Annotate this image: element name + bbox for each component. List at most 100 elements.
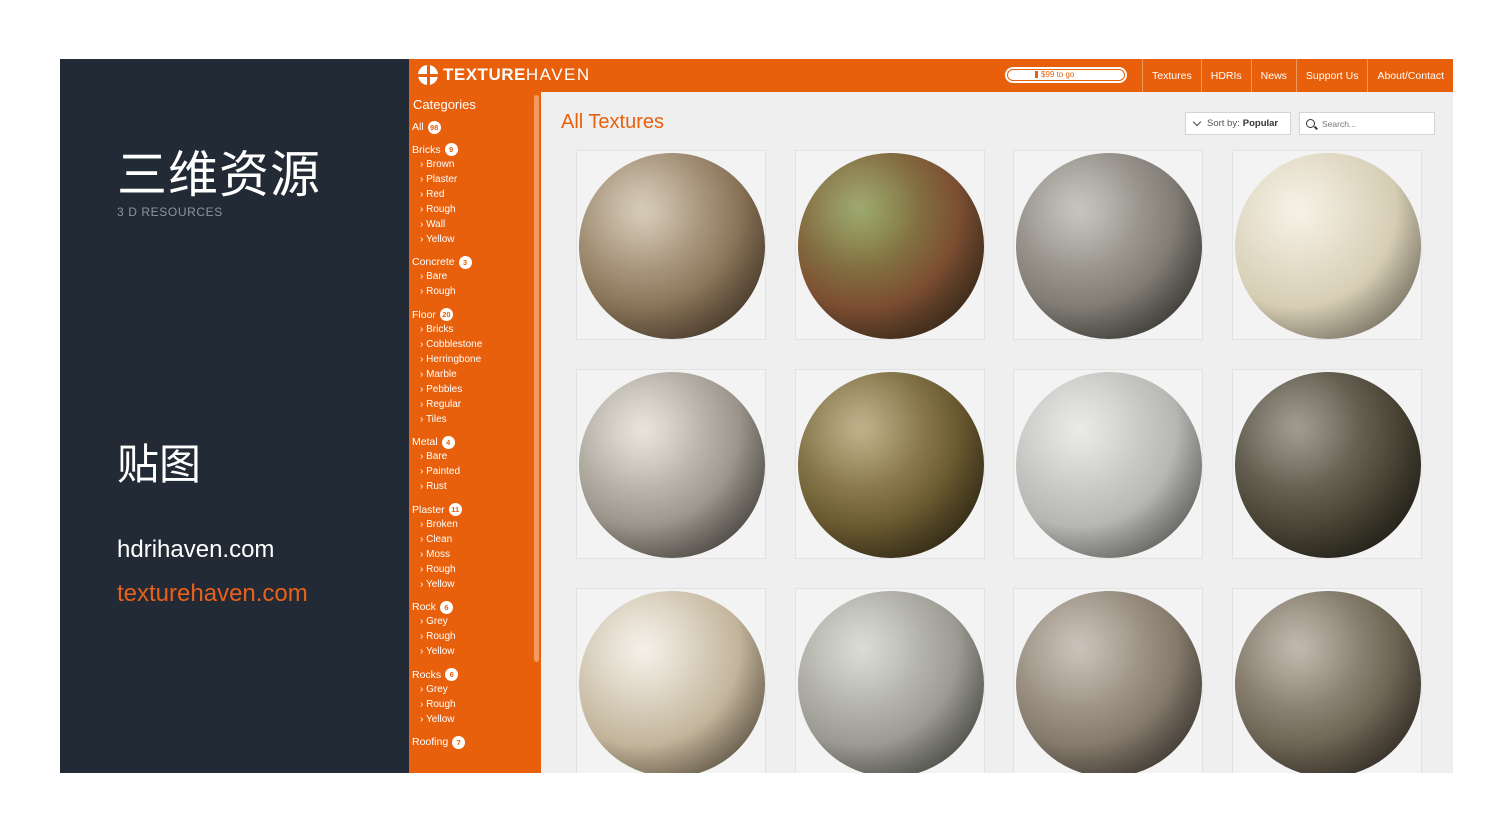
subcategory-pebbles[interactable]: Pebbles	[412, 382, 530, 397]
site-logo[interactable]: TEXTUREHAVEN	[418, 65, 591, 85]
plaster-grey-sphere	[1016, 372, 1202, 558]
subcategory-grey[interactable]: Grey	[412, 614, 530, 629]
patreon-icon	[1035, 71, 1038, 78]
nav-item-textures[interactable]: Textures	[1142, 59, 1201, 92]
texture-card[interactable]	[1231, 369, 1422, 559]
category-label: All	[412, 121, 424, 133]
count-badge: 20	[439, 308, 453, 321]
texture-card[interactable]	[1013, 369, 1203, 559]
texture-card[interactable]	[1231, 150, 1422, 340]
stone-rubble-sphere	[579, 153, 765, 339]
hdrihaven-link[interactable]: hdrihaven.com	[117, 536, 274, 564]
website-frame: TEXTUREHAVEN $99 to go Textures HDRIs News…	[409, 59, 1453, 773]
bark-mossy-sphere	[1234, 372, 1421, 558]
subcategory-painted[interactable]: Painted	[412, 464, 530, 479]
category-rock[interactable]: Rock 6	[412, 600, 530, 614]
search-box[interactable]	[1299, 112, 1435, 135]
category-label: Rocks	[412, 668, 442, 681]
texture-card[interactable]	[576, 588, 766, 773]
category-concrete[interactable]: Concrete 3	[412, 255, 530, 269]
subcategory-wall[interactable]: Wall	[412, 217, 530, 232]
texture-card[interactable]	[576, 150, 766, 340]
category-label: Floor	[412, 308, 436, 321]
texture-card[interactable]	[576, 369, 766, 559]
category-group: Bricks9BrownPlasterRedRoughWallYellow	[412, 143, 530, 247]
limestone-brick-sphere	[579, 372, 765, 558]
category-group: Plaster11BrokenCleanMossRoughYellow	[412, 503, 530, 592]
subcategory-herringbone[interactable]: Herringbone	[412, 352, 530, 367]
moss-ground-sphere	[797, 153, 984, 339]
subcategory-moss[interactable]: Moss	[412, 547, 530, 562]
bark-olive-sphere	[797, 372, 984, 558]
page-title: All Textures	[561, 111, 665, 133]
category-list: All98Bricks9BrownPlasterRedRoughWallYell…	[412, 120, 530, 758]
subcategory-yellow[interactable]: Yellow	[412, 232, 530, 247]
subcategory-bare[interactable]: Bare	[412, 269, 530, 284]
subcategory-rough[interactable]: Rough	[412, 562, 530, 577]
category-label: Bricks	[412, 143, 441, 156]
category-group: All 98	[412, 120, 530, 134]
subcategory-yellow[interactable]: Yellow	[412, 644, 530, 659]
subcategory-cobblestone[interactable]: Cobblestone	[412, 337, 530, 352]
texture-card[interactable]	[1013, 150, 1203, 340]
subcategory-rust[interactable]: Rust	[412, 479, 530, 494]
nav-item-about-contact[interactable]: About/Contact	[1367, 59, 1453, 92]
category-group: Floor20BricksCobblestoneHerringboneMarbl…	[412, 308, 530, 427]
subcategory-rough[interactable]: Rough	[412, 629, 530, 644]
subcategory-rough[interactable]: Rough	[412, 284, 530, 299]
category-group: Rocks6GreyRoughYellow	[412, 668, 530, 727]
category-roofing[interactable]: Roofing 7	[412, 735, 530, 749]
subcategory-clean[interactable]: Clean	[412, 532, 530, 547]
rough-rock-sphere	[579, 591, 765, 773]
subcategory-bricks[interactable]: Bricks	[412, 322, 530, 337]
count-badge: 4	[441, 435, 455, 449]
nav-item-support-us[interactable]: Support Us	[1295, 59, 1368, 92]
sort-value: Popular	[1242, 118, 1279, 129]
sidebar-scrollbar[interactable]	[534, 95, 539, 662]
subcategory-plaster[interactable]: Plaster	[412, 172, 530, 187]
subcategory-yellow[interactable]: Yellow	[412, 577, 530, 592]
subcategory-bare[interactable]: Bare	[412, 449, 530, 464]
goal-text: $99 to go	[1041, 70, 1075, 79]
subcategory-regular[interactable]: Regular	[412, 397, 530, 412]
category-group: Roofing 7	[412, 735, 530, 749]
subcategory-tiles[interactable]: Tiles	[412, 412, 530, 427]
subcategory-broken[interactable]: Broken	[412, 517, 530, 532]
texture-card[interactable]	[794, 588, 985, 773]
category-metal[interactable]: Metal 4	[412, 435, 530, 449]
category-sidebar: Categories All98Bricks9BrownPlasterRedRo…	[409, 92, 541, 773]
subcategory-yellow[interactable]: Yellow	[412, 712, 530, 727]
category-rocks[interactable]: Rocks 6	[412, 668, 530, 682]
category-label: Metal	[412, 436, 438, 448]
category-group: Rock6GreyRoughYellow	[412, 600, 530, 659]
search-input[interactable]	[1322, 118, 1432, 129]
cream-tile-sphere	[1234, 153, 1421, 339]
nav-item-hdris[interactable]: HDRIs	[1200, 59, 1251, 92]
category-group: Concrete3BareRough	[412, 255, 530, 299]
slide-title: 三维资源	[117, 146, 321, 204]
sort-dropdown[interactable]: Sort by: Popular	[1185, 112, 1291, 135]
category-label: Concrete	[412, 256, 455, 268]
subcategory-red[interactable]: Red	[412, 187, 530, 202]
subcategory-grey[interactable]: Grey	[412, 682, 530, 697]
texture-card[interactable]	[1013, 588, 1203, 773]
category-label: Roofing	[412, 736, 449, 748]
subcategory-rough[interactable]: Rough	[412, 202, 530, 217]
texture-card[interactable]	[794, 150, 985, 340]
texture-card[interactable]	[794, 369, 985, 559]
category-floor[interactable]: Floor 20	[412, 308, 530, 322]
category-plaster[interactable]: Plaster 11	[412, 503, 530, 517]
grey-brick-sphere	[1016, 153, 1202, 339]
subcategory-marble[interactable]: Marble	[412, 367, 530, 382]
subcategory-rough[interactable]: Rough	[412, 697, 530, 712]
subcategory-brown[interactable]: Brown	[412, 157, 530, 172]
category-all[interactable]: All 98	[412, 120, 530, 134]
texture-card[interactable]	[1231, 588, 1422, 773]
donation-goal-bar[interactable]: $99 to go	[1005, 67, 1127, 83]
count-badge: 7	[452, 735, 466, 749]
count-badge: 3	[458, 255, 472, 269]
category-bricks[interactable]: Bricks 9	[412, 143, 530, 157]
texturehaven-link[interactable]: texturehaven.com	[117, 580, 308, 608]
chevron-down-icon	[1192, 117, 1202, 127]
nav-item-news[interactable]: News	[1250, 59, 1296, 92]
